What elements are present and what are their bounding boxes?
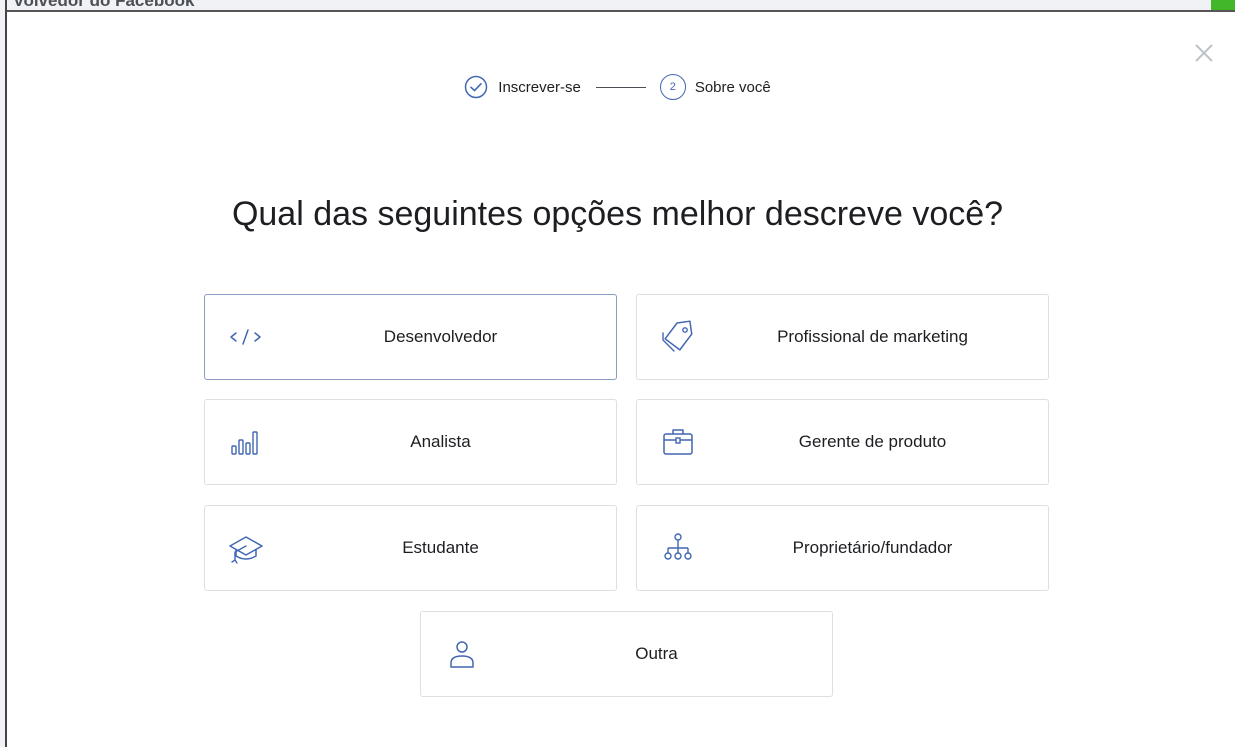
tag-icon xyxy=(659,318,697,356)
option-developer[interactable]: Desenvolvedor xyxy=(204,294,617,380)
option-label: Analista xyxy=(410,432,471,451)
code-icon xyxy=(227,318,265,356)
option-analyst[interactable]: Analista xyxy=(204,399,617,485)
option-marketer[interactable]: Profissional de marketing xyxy=(636,294,1049,380)
check-circle-icon xyxy=(465,75,488,99)
step-signup-label: Inscrever-se xyxy=(498,78,581,96)
option-owner-founder[interactable]: Proprietário/fundador xyxy=(636,505,1049,591)
option-other[interactable]: Outra xyxy=(420,611,833,697)
backdrop-top: volvedor do Facebook xyxy=(0,0,1235,12)
step-number-badge: 2 xyxy=(659,74,686,100)
option-label: Gerente de produto xyxy=(798,432,947,451)
step-about-you-label: Sobre você xyxy=(694,78,771,96)
bar-chart-icon xyxy=(227,423,265,461)
step-connector xyxy=(595,86,646,88)
option-label: Desenvolvedor xyxy=(383,327,498,346)
stepper: Inscrever-se 2 Sobre você xyxy=(0,72,1235,102)
option-label: Estudante xyxy=(402,538,479,557)
backdrop-badge xyxy=(1211,0,1235,10)
option-label: Outra xyxy=(635,644,678,663)
page-title: Qual das seguintes opções melhor descrev… xyxy=(231,195,1004,233)
option-label: Profissional de marketing xyxy=(777,327,968,346)
backdrop-left xyxy=(0,0,7,747)
option-product-manager[interactable]: Gerente de produto xyxy=(636,399,1049,485)
org-chart-icon xyxy=(659,529,697,567)
graduation-cap-icon xyxy=(227,529,265,567)
option-student[interactable]: Estudante xyxy=(204,505,617,591)
person-icon xyxy=(443,635,481,673)
close-button[interactable] xyxy=(1192,41,1216,65)
modal-top-shadow xyxy=(0,10,1235,12)
briefcase-icon xyxy=(659,423,697,461)
step-about-you: 2 Sobre você xyxy=(659,74,771,100)
step-signup: Inscrever-se xyxy=(464,75,581,99)
option-label: Proprietário/fundador xyxy=(792,538,953,557)
close-icon xyxy=(1195,44,1213,62)
